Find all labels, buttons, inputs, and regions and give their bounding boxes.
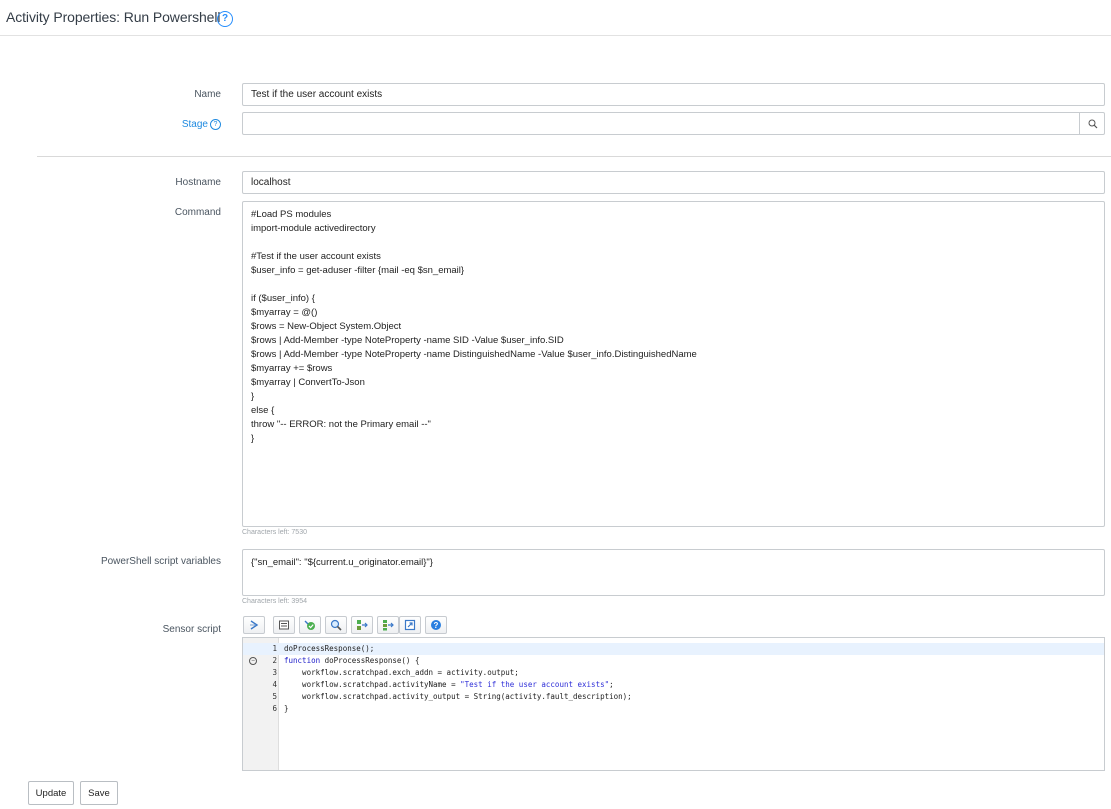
command-textarea[interactable]: #Load PS modules import-module activedir… — [242, 201, 1105, 527]
code-text: workflow.scratchpad.exch_addn = activity… — [284, 667, 519, 679]
code-text: workflow.scratchpad.activity_output = St… — [284, 691, 632, 703]
hostname-input[interactable]: localhost — [242, 171, 1105, 194]
replace-all-icon — [383, 620, 394, 631]
comment-button[interactable] — [273, 616, 295, 634]
replace-icon — [357, 620, 368, 630]
code-text: } — [284, 703, 289, 715]
command-chars-left: Characters left: 7530 — [242, 529, 307, 536]
ps-vars-chars-left: Characters left: 3954 — [242, 598, 307, 605]
code-line[interactable]: 4 workflow.scratchpad.activityName = "Te… — [243, 679, 1104, 691]
update-button[interactable]: Update — [28, 781, 74, 805]
stage-input[interactable] — [242, 112, 1080, 135]
code-segment: doProcessResponse(); — [284, 644, 375, 653]
replace-button[interactable] — [351, 616, 373, 634]
line-number: 4 — [272, 680, 277, 689]
fullscreen-icon — [404, 619, 416, 631]
stage-label-text[interactable]: Stage — [182, 119, 208, 130]
fullscreen-button[interactable] — [399, 616, 421, 634]
code-line[interactable]: 1 doProcessResponse(); — [243, 643, 1104, 655]
save-button[interactable]: Save — [80, 781, 118, 805]
code-line[interactable]: 5 workflow.scratchpad.activity_output = … — [243, 691, 1104, 703]
name-label: Name — [194, 89, 221, 100]
syntax-check-button[interactable] — [299, 616, 321, 634]
stage-lookup-button[interactable] — [1079, 112, 1105, 135]
replace-all-button[interactable] — [377, 616, 399, 634]
line-number: 5 — [272, 692, 277, 701]
search-button[interactable] — [325, 616, 347, 634]
command-label: Command — [174, 207, 221, 218]
hostname-label: Hostname — [175, 177, 221, 188]
sensor-script-label: Sensor script — [162, 624, 221, 635]
code-segment: doProcessResponse() { — [320, 656, 420, 665]
stage-label[interactable]: Stage? — [182, 119, 221, 130]
code-segment: } — [284, 704, 289, 713]
line-number: 1 — [272, 644, 277, 653]
code-segment: workflow.scratchpad.activityName = — [284, 680, 461, 689]
line-number: 6 — [272, 704, 277, 713]
line-number: 3 — [272, 668, 277, 677]
code-line[interactable]: 6} — [243, 703, 1104, 715]
stage-help-icon[interactable]: ? — [210, 119, 221, 130]
search-icon — [330, 619, 342, 631]
help-icon: ? — [431, 620, 441, 630]
format-code-button[interactable] — [243, 616, 265, 634]
line-number: 2 — [272, 656, 277, 665]
comment-icon — [279, 620, 289, 630]
code-string: "Test if the user account exists" — [460, 680, 610, 689]
code-segment: workflow.scratchpad.activity_output = St… — [284, 692, 632, 701]
format-code-icon — [250, 620, 259, 630]
code-text: workflow.scratchpad.activityName = "Test… — [284, 679, 614, 691]
section-divider — [37, 156, 1111, 157]
ps-vars-textarea[interactable]: {"sn_email": "${current.u_originator.ema… — [242, 549, 1105, 596]
name-input[interactable]: Test if the user account exists — [242, 83, 1105, 106]
syntax-check-icon — [304, 620, 315, 630]
code-line[interactable]: 2 − function doProcessResponse() { — [243, 655, 1104, 667]
code-segment: workflow.scratchpad.exch_addn = activity… — [284, 668, 519, 677]
help-icon[interactable]: ? — [217, 11, 233, 27]
fold-toggle-icon[interactable]: − — [249, 657, 257, 665]
page-title: Activity Properties: Run Powershell — [6, 9, 221, 25]
ps-vars-label: PowerShell script variables — [100, 556, 221, 567]
code-segment: ; — [609, 680, 614, 689]
search-icon — [1088, 119, 1098, 129]
code-text: doProcessResponse(); — [284, 643, 374, 655]
page-header: Activity Properties: Run Powershell ? — [0, 0, 1111, 36]
code-text: function doProcessResponse() { — [284, 655, 419, 667]
svg-text:?: ? — [434, 621, 439, 630]
code-keyword: function — [284, 656, 321, 665]
code-line[interactable]: 3 workflow.scratchpad.exch_addn = activi… — [243, 667, 1104, 679]
editor-help-button[interactable]: ? — [425, 616, 447, 634]
sensor-script-editor[interactable]: 1 doProcessResponse(); 2 − function doProces… — [242, 637, 1105, 771]
